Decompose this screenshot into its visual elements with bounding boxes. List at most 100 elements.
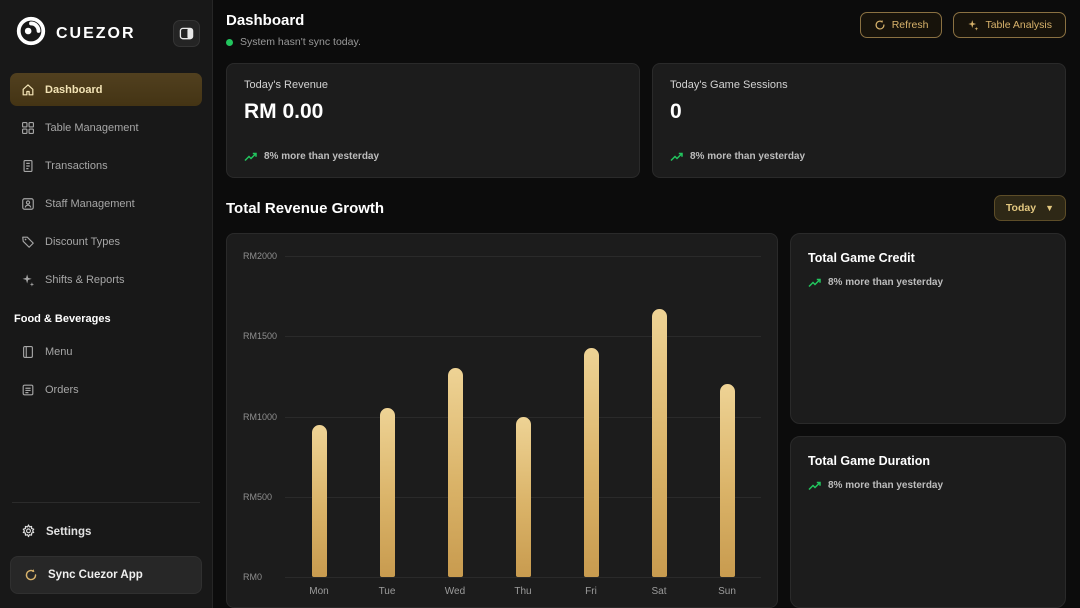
refresh-button[interactable]: Refresh xyxy=(860,12,943,38)
bar-mon xyxy=(312,425,327,577)
side-card-delta: 8% more than yesterday xyxy=(808,480,1048,491)
side-card-delta: 8% more than yesterday xyxy=(808,277,1048,288)
y-axis-label: RM1500 xyxy=(243,331,281,341)
bar-column xyxy=(693,256,761,577)
sidebar-item-label: Transactions xyxy=(45,160,108,172)
bar-fri xyxy=(584,348,599,578)
sidebar-item-discount-types[interactable]: Discount Types xyxy=(10,225,202,258)
stat-value: RM 0.00 xyxy=(244,100,622,124)
sidebar-item-label: Staff Management xyxy=(45,198,135,210)
sidebar-item-sync-cuezor-app[interactable]: Sync Cuezor App xyxy=(10,556,202,594)
stats-row: Today's Revenue RM 0.00 8% more than yes… xyxy=(226,63,1066,178)
x-axis-label: Thu xyxy=(489,586,557,597)
menu-book-icon xyxy=(21,345,35,359)
trend-up-icon xyxy=(670,152,684,162)
section-title: Total Revenue Growth xyxy=(226,200,384,217)
table-analysis-button[interactable]: Table Analysis xyxy=(953,12,1066,38)
stat-label: Today's Game Sessions xyxy=(670,79,1048,91)
bars-row xyxy=(285,256,761,577)
y-axis-label: RM1000 xyxy=(243,412,281,422)
fnb-nav: Menu Orders xyxy=(0,335,212,411)
table-analysis-button-label: Table Analysis xyxy=(985,19,1052,31)
staff-icon xyxy=(21,197,35,211)
section-label-fnb: Food & Beverages xyxy=(0,301,212,335)
sidebar-item-menu[interactable]: Menu xyxy=(10,335,202,368)
x-axis-labels: MonTueWedThuFriSatSun xyxy=(285,586,761,603)
sidebar-item-label: Shifts & Reports xyxy=(45,274,124,286)
sidebar-item-dashboard[interactable]: Dashboard xyxy=(10,73,202,106)
stat-value: 0 xyxy=(670,100,1048,124)
bar-thu xyxy=(516,417,531,578)
sidebar-item-orders[interactable]: Orders xyxy=(10,373,202,406)
bar-tue xyxy=(380,408,395,577)
refresh-button-label: Refresh xyxy=(892,19,929,31)
bar-column xyxy=(489,256,557,577)
bar-sat xyxy=(652,309,667,577)
page-title: Dashboard xyxy=(226,12,361,29)
bar-column xyxy=(353,256,421,577)
cuezor-logo-icon xyxy=(14,14,48,53)
sidebar-item-label: Orders xyxy=(45,384,79,396)
header-left: Dashboard System hasn't sync today. xyxy=(226,12,361,48)
sidebar-bottom: Settings Sync Cuezor App xyxy=(0,502,212,608)
analysis-sparkle-icon xyxy=(967,19,979,31)
status-dot-icon xyxy=(226,39,233,46)
stat-delta: 8% more than yesterday xyxy=(670,151,1048,162)
sidebar-item-settings[interactable]: Settings xyxy=(10,515,202,548)
tag-icon xyxy=(21,235,35,249)
stat-delta: 8% more than yesterday xyxy=(244,151,622,162)
trend-up-icon xyxy=(244,152,258,162)
home-icon xyxy=(21,83,35,97)
sidebar-item-label: Menu xyxy=(45,346,73,358)
x-axis-label: Fri xyxy=(557,586,625,597)
sync-status-row: System hasn't sync today. xyxy=(226,36,361,48)
stat-card-game-sessions: Today's Game Sessions 0 8% more than yes… xyxy=(652,63,1066,178)
trend-up-icon xyxy=(808,278,822,288)
bar-column xyxy=(557,256,625,577)
side-cards-column: Total Game Credit 8% more than yesterday… xyxy=(790,233,1066,608)
sidebar-item-staff-management[interactable]: Staff Management xyxy=(10,187,202,220)
sidebar-item-label: Discount Types xyxy=(45,236,120,248)
x-axis-label: Mon xyxy=(285,586,353,597)
sync-status-text: System hasn't sync today. xyxy=(240,36,361,48)
date-range-label: Today xyxy=(1006,202,1036,214)
bar-wed xyxy=(448,368,463,577)
sidebar-item-transactions[interactable]: Transactions xyxy=(10,149,202,182)
bar-column xyxy=(625,256,693,577)
receipt-icon xyxy=(21,159,35,173)
bar-sun xyxy=(720,384,735,577)
sidebar-toggle-button[interactable] xyxy=(173,20,200,47)
y-axis-label: RM0 xyxy=(243,572,281,582)
table-grid-icon xyxy=(21,121,35,135)
side-card-title: Total Game Duration xyxy=(808,454,1048,468)
stat-label: Today's Revenue xyxy=(244,79,622,91)
content-row: RM2000RM1500RM1000RM500RM0 MonTueWedThuF… xyxy=(226,233,1066,608)
sidebar-item-label: Table Management xyxy=(45,122,139,134)
sidebar-item-shifts-reports[interactable]: Shifts & Reports xyxy=(10,263,202,296)
x-axis-label: Sun xyxy=(693,586,761,597)
brand-name: CUEZOR xyxy=(56,25,136,43)
total-game-duration-card: Total Game Duration 8% more than yesterd… xyxy=(790,436,1066,608)
trend-up-icon xyxy=(808,481,822,491)
gear-icon xyxy=(21,524,36,539)
gridline xyxy=(285,577,761,578)
sparkle-icon xyxy=(21,273,35,287)
main-content: Dashboard System hasn't sync today. Refr… xyxy=(213,0,1080,608)
main-header: Dashboard System hasn't sync today. Refr… xyxy=(226,12,1066,48)
revenue-section-header: Total Revenue Growth Today ▼ xyxy=(226,195,1066,221)
x-axis-label: Wed xyxy=(421,586,489,597)
sidebar: CUEZOR Dashboard Table Management Transa… xyxy=(0,0,213,608)
side-card-delta-text: 8% more than yesterday xyxy=(828,480,943,491)
header-buttons: Refresh Table Analysis xyxy=(860,12,1066,38)
chevron-down-icon: ▼ xyxy=(1045,203,1054,213)
revenue-bar-chart-card: RM2000RM1500RM1000RM500RM0 MonTueWedThuF… xyxy=(226,233,778,608)
bar-chart-plot: RM2000RM1500RM1000RM500RM0 xyxy=(285,256,761,577)
panel-toggle-icon xyxy=(179,26,194,41)
date-range-dropdown[interactable]: Today ▼ xyxy=(994,195,1066,221)
y-axis-label: RM2000 xyxy=(243,251,281,261)
x-axis-label: Tue xyxy=(353,586,421,597)
sync-icon xyxy=(24,568,38,582)
sidebar-item-table-management[interactable]: Table Management xyxy=(10,111,202,144)
sidebar-divider xyxy=(12,502,200,503)
main-nav: Dashboard Table Management Transactions … xyxy=(0,73,212,301)
